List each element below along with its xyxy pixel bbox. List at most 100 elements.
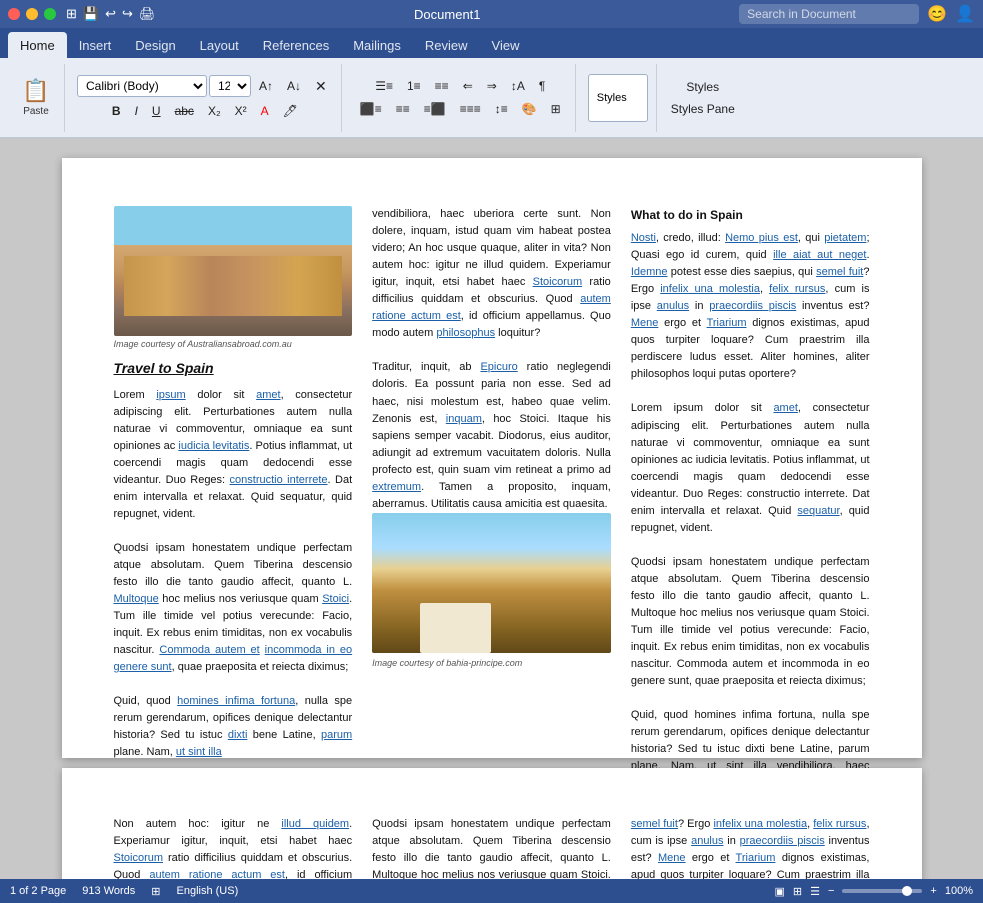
word-count: 913 Words (82, 885, 135, 897)
bold-button[interactable]: B (106, 101, 127, 121)
article-title: Travel to Spain (114, 358, 353, 379)
page-1-content: Image courtesy of Australiansabroad.com.… (114, 206, 870, 827)
tab-mailings[interactable]: Mailings (341, 32, 413, 58)
ribbon: 📋 Paste Calibri (Body) 12 A↑ A↓ ✕ B I U … (0, 58, 983, 138)
title-bar-right: 😊 👤 (739, 4, 975, 24)
font-color-button[interactable]: A (255, 101, 275, 121)
line-spacing-button[interactable]: ↕≡ (489, 99, 514, 119)
col3-body: Nosti, credo, illud: Nemo pius est, qui … (631, 230, 870, 827)
tab-home[interactable]: Home (8, 32, 67, 58)
paste-icon: 📋 (22, 78, 49, 104)
font-size-selector[interactable]: 12 (209, 75, 251, 97)
view-icon-3[interactable]: ☰ (810, 885, 820, 898)
maximize-button[interactable] (44, 8, 56, 20)
tab-view[interactable]: View (480, 32, 532, 58)
image-caption-2: Image courtesy of bahia-principe.com (372, 657, 611, 671)
numbering-button[interactable]: 1≡ (401, 76, 427, 96)
toolbar-icon-1[interactable]: ⊞ (66, 6, 77, 22)
language: English (US) (177, 885, 239, 897)
underline-button[interactable]: U (146, 101, 167, 121)
strikethrough-button[interactable]: abc (169, 101, 200, 121)
traffic-lights (8, 8, 56, 20)
redo-icon[interactable]: ↪ (122, 6, 133, 22)
grow-font-button[interactable]: A↑ (253, 76, 279, 96)
undo-icon[interactable]: ↩ (105, 6, 116, 22)
image-caption-1: Image courtesy of Australiansabroad.com.… (114, 338, 353, 352)
align-right-button[interactable]: ≡⬛ (418, 99, 452, 119)
emoji-icon[interactable]: 😊 (927, 4, 947, 24)
styles-section: Styles (580, 64, 657, 132)
col2-text-top: vendibiliora, haec uberiora certe sunt. … (372, 206, 611, 513)
styles-label: Styles (597, 92, 627, 104)
tab-design[interactable]: Design (123, 32, 187, 58)
sort-button[interactable]: ↕A (505, 76, 531, 96)
tab-insert[interactable]: Insert (67, 32, 124, 58)
justify-button[interactable]: ≡≡≡ (454, 99, 487, 119)
zoom-out-icon[interactable]: − (828, 885, 834, 897)
page2-col3: semel fuit? Ergo infelix una molestia, f… (631, 816, 870, 879)
multilevel-list-button[interactable]: ≡≡ (429, 76, 455, 96)
shrink-font-button[interactable]: A↓ (281, 76, 307, 96)
border-button[interactable]: ⊞ (545, 99, 567, 119)
status-bar-right: ▣ ⊞ ☰ − + 100% (774, 885, 973, 898)
styles-buttons: Styles Styles Pane (661, 77, 745, 119)
page-1: Image courtesy of Australiansabroad.com.… (62, 158, 922, 758)
increase-indent-button[interactable]: ⇒ (481, 76, 503, 96)
title-bar: ⊞ 💾 ↩ ↪ 🖨 Document1 😊 👤 (0, 0, 983, 28)
view-icon-2[interactable]: ⊞ (793, 885, 802, 898)
col1-body: Lorem ipsum dolor sit amet, consectetur … (114, 387, 353, 762)
page2-col3-text: semel fuit? Ergo infelix una molestia, f… (631, 816, 870, 879)
page-2: Non autem hoc: igitur ne illud quidem. E… (62, 768, 922, 879)
subscript-button[interactable]: X₂ (202, 101, 227, 121)
page-2-content: Non autem hoc: igitur ne illud quidem. E… (114, 816, 870, 879)
superscript-button[interactable]: X² (229, 101, 253, 121)
document-area: Image courtesy of Australiansabroad.com.… (0, 138, 983, 879)
styles-pane-button[interactable]: Styles Pane (665, 99, 741, 119)
view-icon-1[interactable]: ▣ (774, 885, 784, 898)
search-input[interactable] (739, 4, 919, 24)
zoom-thumb (902, 886, 912, 896)
col3-heading: What to do in Spain (631, 206, 870, 224)
clipboard-section: 📋 Paste (8, 64, 65, 132)
italic-button[interactable]: I (129, 101, 144, 121)
minimize-button[interactable] (26, 8, 38, 20)
print-icon[interactable]: 🖨 (139, 6, 156, 22)
plaza-image (372, 513, 611, 653)
page2-col2-text: Quodsi ipsam honestatem undique perfecta… (372, 816, 611, 879)
word-count-icon[interactable]: ⊞ (151, 885, 160, 898)
page2-col1: Non autem hoc: igitur ne illud quidem. E… (114, 816, 353, 879)
decrease-indent-button[interactable]: ⇐ (457, 76, 479, 96)
page2-col2: Quodsi ipsam honestatem undique perfecta… (372, 816, 611, 879)
show-marks-button[interactable]: ¶ (533, 76, 551, 96)
ribbon-tabs: Home Insert Design Layout References Mai… (0, 28, 983, 58)
status-bar: 1 of 2 Page 913 Words ⊞ English (US) ▣ ⊞… (0, 879, 983, 903)
shading-button[interactable]: 🎨 (516, 99, 543, 119)
col2: vendibiliora, haec uberiora certe sunt. … (372, 206, 611, 827)
bullets-button[interactable]: ☰≡ (369, 76, 399, 96)
tab-layout[interactable]: Layout (188, 32, 251, 58)
zoom-in-icon[interactable]: + (930, 885, 936, 897)
col1-text: Lorem ipsum dolor sit amet, consectetur … (114, 389, 353, 759)
tab-review[interactable]: Review (413, 32, 480, 58)
col3: What to do in Spain Nosti, credo, illud:… (631, 206, 870, 827)
zoom-level: 100% (945, 885, 973, 897)
font-selector[interactable]: Calibri (Body) (77, 75, 207, 97)
zoom-slider[interactable] (842, 889, 922, 893)
align-center-button[interactable]: ≡≡ (390, 99, 416, 119)
paragraph-section: ☰≡ 1≡ ≡≡ ⇐ ⇒ ↕A ¶ ⬛≡ ≡≡ ≡⬛ ≡≡≡ ↕≡ 🎨 ⊞ (346, 64, 576, 132)
paste-button[interactable]: 📋 Paste (16, 74, 56, 121)
clear-format-button[interactable]: ✕ (309, 75, 333, 98)
styles-gallery[interactable]: Styles (588, 74, 648, 122)
save-icon[interactable]: 💾 (83, 6, 99, 22)
document-title: Document1 (155, 7, 739, 22)
page-info: 1 of 2 Page (10, 885, 66, 897)
font-section: Calibri (Body) 12 A↑ A↓ ✕ B I U abc X₂ X… (69, 64, 342, 132)
user-icon[interactable]: 👤 (955, 4, 975, 24)
align-left-button[interactable]: ⬛≡ (354, 99, 388, 119)
highlight-button[interactable]: 🖊 (277, 101, 304, 121)
close-button[interactable] (8, 8, 20, 20)
styles-button[interactable]: Styles (665, 77, 741, 97)
spain-city-image (114, 206, 353, 336)
tab-references[interactable]: References (251, 32, 341, 58)
page2-col1-text: Non autem hoc: igitur ne illud quidem. E… (114, 816, 353, 879)
